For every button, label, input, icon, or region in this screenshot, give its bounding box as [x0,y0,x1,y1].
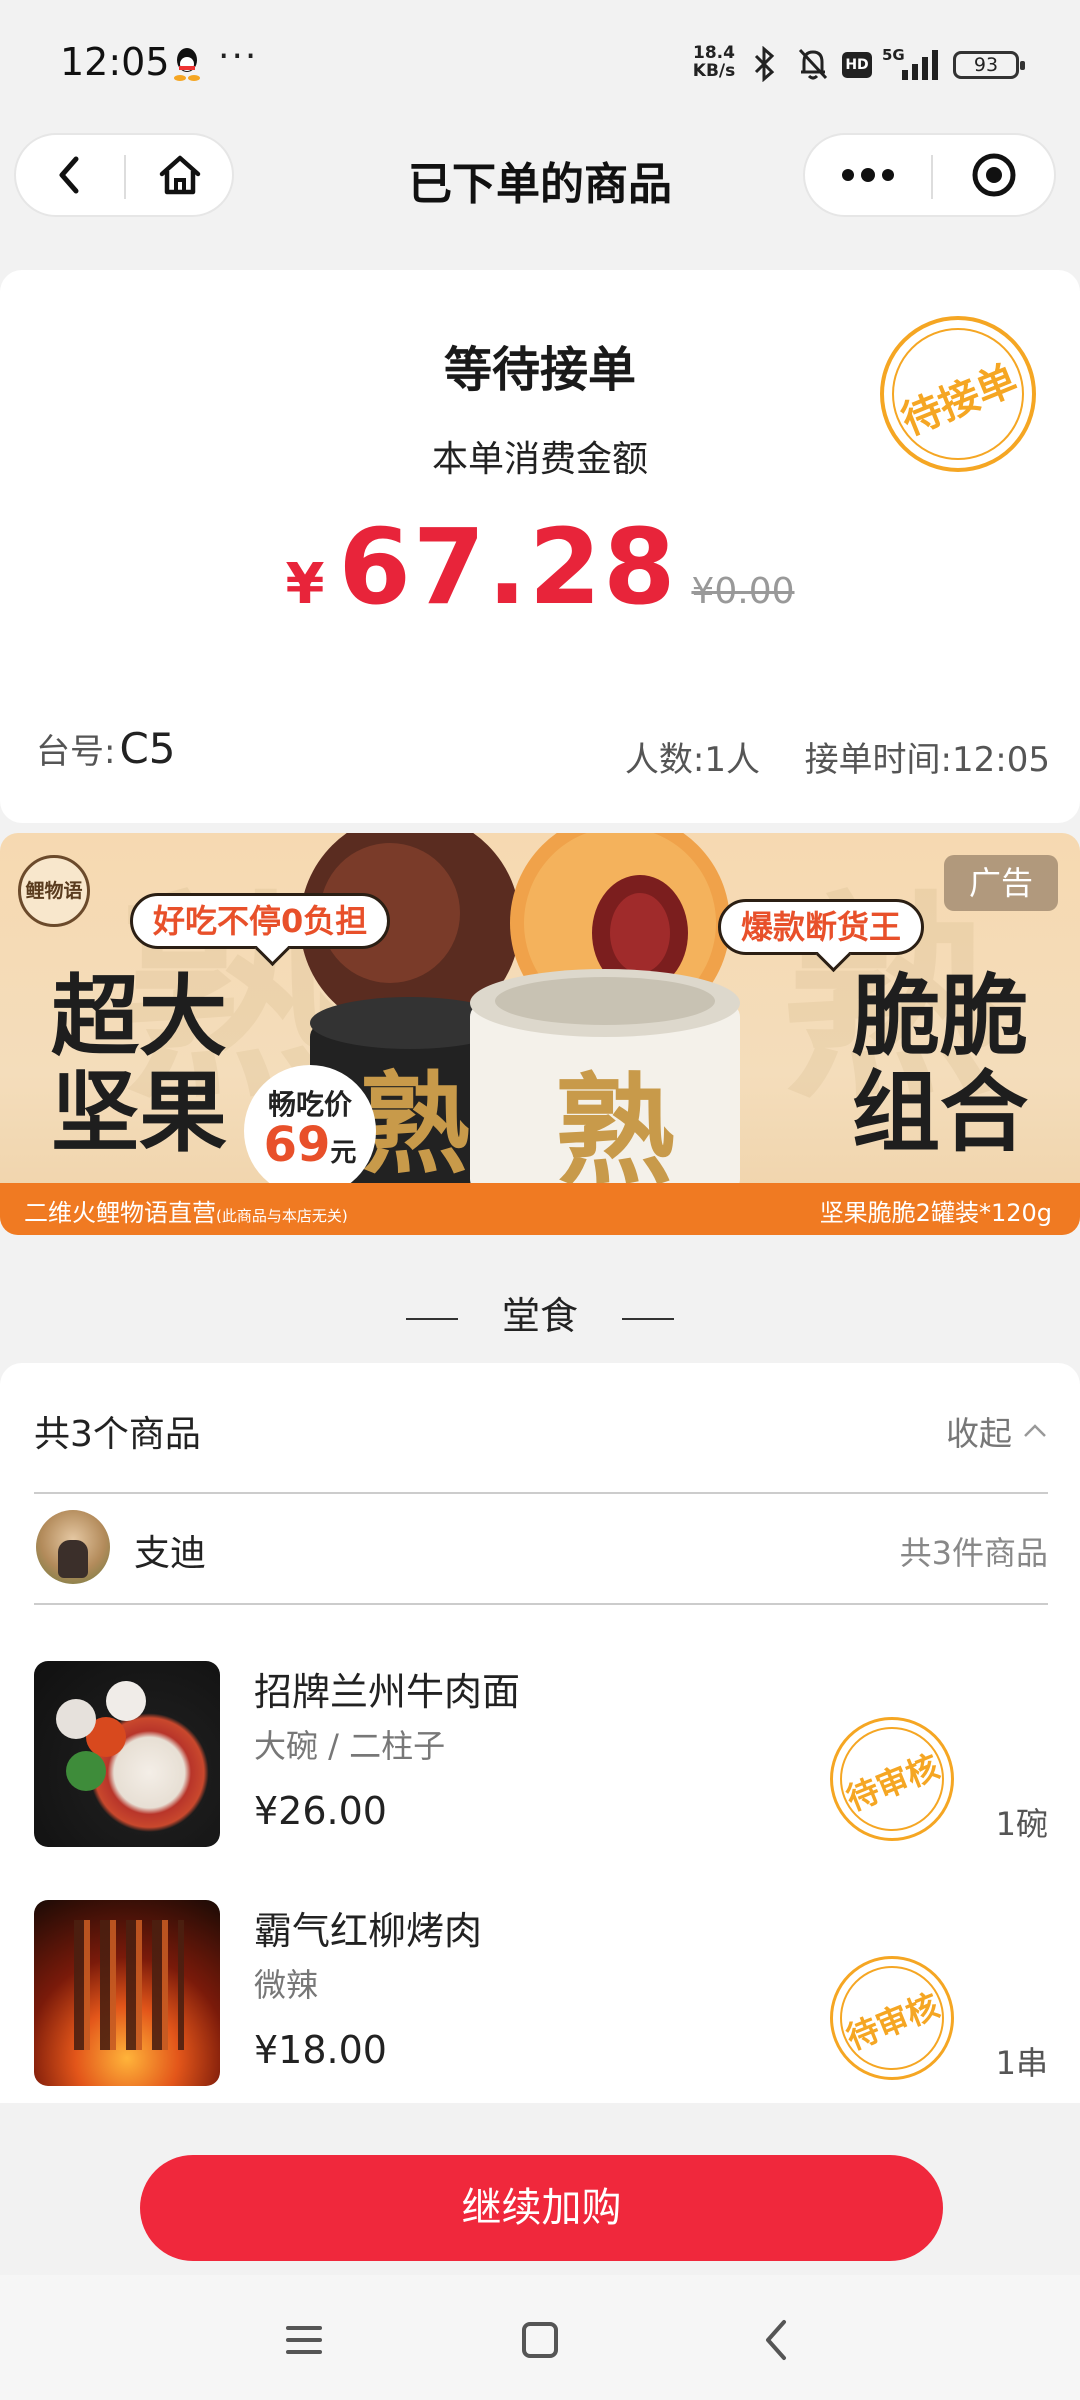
ad-bubble-right: 爆款断货王 [718,899,925,955]
section-divider-left [405,1317,458,1320]
close-miniprogram-button[interactable] [933,135,1055,215]
ad-bottom-strip: 二维火鲤物语直营(此商品与本店无关) 坚果脆脆2罐装*120g [0,1183,1080,1235]
amount-label: 本单消费金额 [431,439,648,480]
original-price: ¥0.00 [691,571,795,612]
ad-tag: 广告 [944,855,1058,911]
hd-icon: HD [842,52,872,78]
item-price: ¥18.00 [254,2028,387,2072]
pending-review-stamp-text: 待审核 [841,1747,945,1819]
ad-product-spec: 坚果脆脆2罐装*120g [819,1199,1052,1227]
ad-seller: 二维火鲤物语直营(此商品与本店无关) [24,1193,348,1228]
order-info-row: 台号:C5 人数:1人 接单时间:12:05 [36,718,1050,780]
signal-icon: 5G [882,46,946,82]
ad-headline-right: 脆脆 组合 [851,965,1028,1164]
ad-price-unit: 元 [330,1138,357,1168]
item-name: 招牌兰州牛肉面 [254,1670,521,1714]
item-image [34,1900,220,2086]
status-more-dots: ··· [218,36,259,77]
item-name: 霸气红柳烤肉 [254,1909,483,1953]
net-speed-value: 18.4 [693,43,735,63]
collapse-button[interactable]: 收起 [946,1407,1048,1455]
user-name: 支迪 [134,1533,207,1574]
ad-disclaimer: (此商品与本店无关) [216,1207,348,1225]
pending-review-stamp: 待审核 [830,1956,954,2080]
net-speed: 18.4 KB/s [690,44,738,80]
bell-off-icon [798,48,828,80]
section-divider-right [622,1317,674,1320]
item-spec: 大碗 / 二柱子 [254,1727,446,1765]
section-title-text: 堂食 [501,1294,578,1338]
ad-price: 69元 [244,1117,376,1173]
qq-icon [174,48,200,81]
accept-time: 接单时间:12:05 [804,740,1050,780]
ad-bubble-left: 好吃不停0负担 [130,893,391,949]
svg-text:熟: 熟 [360,1061,470,1183]
avatar [36,1510,110,1584]
nav-capsule-right [803,133,1056,217]
net-speed-unit: KB/s [692,61,736,81]
ad-banner[interactable]: 熟 熟 熟 熟 鲤物语 广告 好吃不停0负担 爆款断货王 超大 坚果 脆脆 组合… [0,833,1080,1235]
signal-bars [902,50,938,80]
order-status-card: 等待接单 待接单 本单消费金额 ¥ 67.28 ¥0.00 台号:C5 人数:1… [0,270,1080,823]
divider [34,1603,1048,1605]
status-bar: 12:05 ··· 18.4 KB/s HD 5G 93 [0,0,1080,130]
continue-ordering-button[interactable]: 继续加购 [140,2155,943,2261]
list-item[interactable]: 霸气红柳烤肉 微辣 ¥18.00 待审核 1串 [34,1900,1048,2086]
more-button[interactable] [805,135,931,215]
ad-price-value: 69 [263,1117,331,1173]
pending-review-stamp-text: 待审核 [841,1986,945,2058]
target-icon [972,153,1016,197]
currency-symbol: ¥ [285,552,325,617]
status-time: 12:05 [60,40,170,84]
divider [34,1492,1048,1494]
table-value: C5 [119,724,176,773]
ad-headline-left: 超大 坚果 [50,965,227,1164]
ad-brand-logo: 鲤物语 [18,855,90,927]
ad-price-badge: 畅吃价 69元 [244,1065,376,1197]
table-number: 台号:C5 [36,724,176,773]
home-square-icon[interactable] [520,2315,560,2365]
pending-review-stamp: 待审核 [830,1717,954,1841]
items-card: 共3个商品 收起 支迪 共3件商品 招牌兰州牛肉面 大碗 / 二柱子 ¥26.0… [0,1363,1080,2103]
people-count: 人数:1人 [624,740,760,780]
table-label: 台号: [36,732,116,772]
order-amount: 67.28 [338,506,678,628]
amount-row: ¥ 67.28 ¥0.00 [0,506,1080,628]
list-item[interactable]: 招牌兰州牛肉面 大碗 / 二柱子 ¥26.00 待审核 1碗 [34,1661,1048,1847]
item-quantity: 1碗 [995,1805,1048,1843]
more-icon [842,168,894,182]
items-count: 共3个商品 [34,1414,201,1455]
chevron-up-icon [1024,1424,1046,1437]
item-quantity: 1串 [995,2044,1048,2082]
item-spec: 微辣 [254,1966,319,2004]
ad-seller-name: 二维火鲤物语直营 [24,1199,216,1227]
system-nav-bar [0,2275,1080,2400]
items-count-row: 共3个商品 收起 [34,1405,1048,1455]
battery-icon: 93 [953,51,1025,79]
svg-text:熟: 熟 [555,1063,675,1183]
item-image [34,1661,220,1847]
bluetooth-icon [754,46,775,82]
back-arrow-icon[interactable] [756,2315,796,2365]
section-title: 堂食 [0,1285,1080,1340]
menu-icon[interactable] [284,2315,324,2365]
user-item-count: 共3件商品 [899,1534,1048,1572]
collapse-label: 收起 [946,1414,1012,1453]
user-row: 支迪 共3件商品 [34,1508,1048,1586]
item-price: ¥26.00 [254,1789,387,1833]
